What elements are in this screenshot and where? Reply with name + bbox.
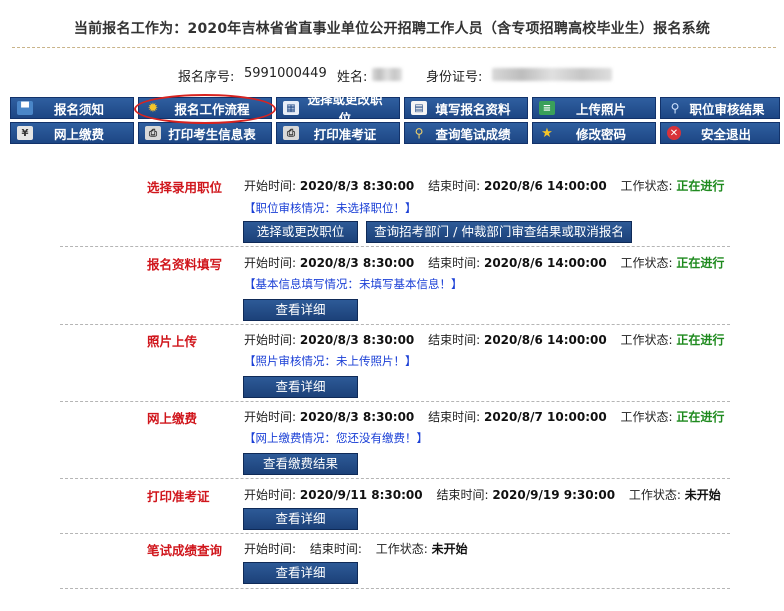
serial-label: 报名序号: <box>178 70 235 85</box>
view-details-button[interactable]: 查看详细 <box>243 508 358 530</box>
view-payment-button[interactable]: 查看缴费结果 <box>243 453 358 475</box>
printer-icon: ⎙ <box>283 126 299 140</box>
step-notice: 【职位审核情况：未选择职位！】 <box>244 201 417 215</box>
title-divider <box>12 47 776 48</box>
step-name: 报名资料填写 <box>147 257 223 272</box>
nav-item-review-result[interactable]: ⚲ 职位审核结果 <box>660 97 780 119</box>
nav-item-select-position[interactable]: ▦ 选择或更改职位 <box>276 92 400 126</box>
divider <box>60 401 730 402</box>
form-icon: ▤ <box>411 101 427 115</box>
select-position-button[interactable]: 选择或更改职位 <box>243 221 358 243</box>
applicant-info: 报名序号: 5991000449 姓名: 身份证号: <box>0 66 784 85</box>
view-details-button[interactable]: 查看详细 <box>243 562 358 584</box>
highlight-annotation <box>134 94 276 124</box>
nav-item-print-info[interactable]: ⎙ 打印考生信息表 <box>138 122 272 144</box>
id-label: 身份证号: <box>426 70 483 85</box>
nav-item-print-ticket[interactable]: ⎙ 打印准考证 <box>276 122 400 144</box>
page-title: 当前报名工作为：2020年吉林省省直事业单位公开招聘工作人员（含专项招聘高校毕业… <box>73 21 711 37</box>
nav-item-logout[interactable]: ✕ 安全退出 <box>660 122 780 144</box>
stack-icon: ≡ <box>539 101 555 115</box>
serial-value: 5991000449 <box>244 66 327 81</box>
divider <box>60 533 730 534</box>
magnifier-icon: ⚲ <box>670 101 680 115</box>
status-badge: 正在进行 <box>676 256 725 270</box>
exit-icon: ✕ <box>667 126 681 140</box>
nav-item-query-score[interactable]: ⚲ 查询笔试成绩 <box>404 122 528 144</box>
name-label: 姓名: <box>337 70 368 85</box>
view-details-button[interactable]: 查看详细 <box>243 376 358 398</box>
step-notice: 【照片审核情况：未上传照片！】 <box>244 354 417 368</box>
step-times: 开始时间: 2020/8/3 8:30:00 结束时间: 2020/8/6 14… <box>244 333 725 347</box>
step-notice: 【基本信息填写情况：未填写基本信息！】 <box>244 277 463 291</box>
nav-item-payment[interactable]: ¥ 网上缴费 <box>10 122 134 144</box>
nav-item-notice[interactable]: ▀ 报名须知 <box>10 97 134 119</box>
status-badge: 未开始 <box>684 488 721 502</box>
status-badge: 未开始 <box>431 542 468 556</box>
id-redacted <box>492 68 612 81</box>
step-times: 开始时间: 2020/8/3 8:30:00 结束时间: 2020/8/6 14… <box>244 179 725 193</box>
divider <box>60 588 730 589</box>
star-icon: ★ <box>541 125 553 141</box>
nav-item-upload-photo[interactable]: ≡ 上传照片 <box>532 97 656 119</box>
step-notice: 【网上缴费情况：您还没有缴费！】 <box>244 431 428 445</box>
step-name: 网上缴费 <box>147 411 198 426</box>
name-redacted <box>372 68 402 81</box>
printer-icon: ⎙ <box>145 126 161 140</box>
step-times: 开始时间: 结束时间: 工作状态: 未开始 <box>244 542 468 556</box>
query-review-button[interactable]: 查询招考部门 / 仲裁部门审查结果或取消报名 <box>366 221 632 243</box>
nav-item-change-password[interactable]: ★ 修改密码 <box>532 122 656 144</box>
step-name: 选择录用职位 <box>147 180 223 195</box>
step-name: 打印准考证 <box>147 489 210 504</box>
step-times: 开始时间: 2020/8/3 8:30:00 结束时间: 2020/8/6 14… <box>244 256 725 270</box>
step-name: 照片上传 <box>147 334 198 349</box>
view-details-button[interactable]: 查看详细 <box>243 299 358 321</box>
divider <box>60 324 730 325</box>
chat-icon: ▀ <box>17 101 33 115</box>
step-times: 开始时间: 2020/9/11 8:30:00 结束时间: 2020/9/19 … <box>244 488 721 502</box>
status-badge: 正在进行 <box>676 179 725 193</box>
divider <box>60 478 730 479</box>
yen-icon: ¥ <box>17 126 33 140</box>
status-badge: 正在进行 <box>676 333 725 347</box>
divider <box>60 246 730 247</box>
step-times: 开始时间: 2020/8/3 8:30:00 结束时间: 2020/8/7 10… <box>244 410 725 424</box>
status-badge: 正在进行 <box>676 410 725 424</box>
magnifier-icon: ⚲ <box>414 126 424 140</box>
main-nav: ▀ 报名须知 ✹ 报名工作流程 ▦ 选择或更改职位 ▤ 填写报名资料 ≡ 上传照… <box>10 92 780 145</box>
step-name: 笔试成绩查询 <box>147 543 223 558</box>
window-icon: ▦ <box>283 101 299 115</box>
nav-item-fill-info[interactable]: ▤ 填写报名资料 <box>404 97 528 119</box>
